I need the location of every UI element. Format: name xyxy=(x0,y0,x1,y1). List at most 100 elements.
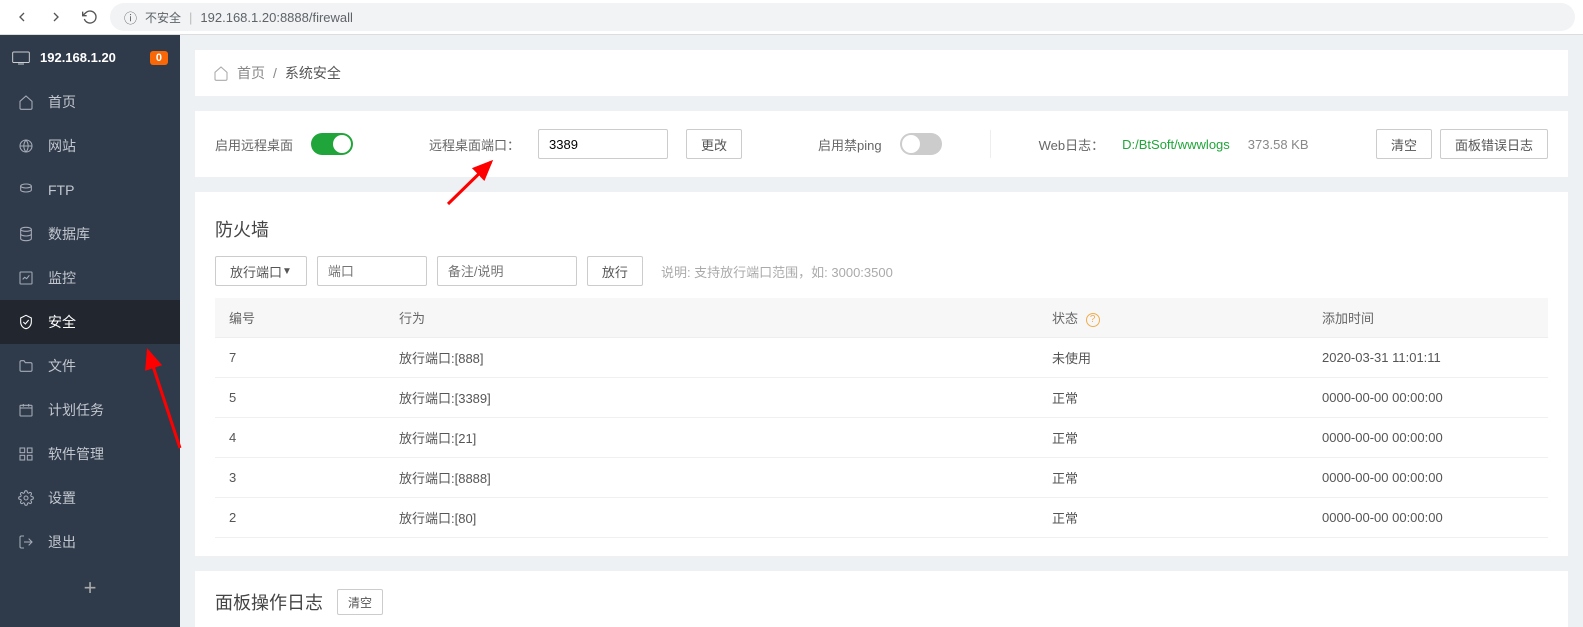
cell-action: 放行端口:[21] xyxy=(385,418,1038,458)
col-status-text: 状态 xyxy=(1052,311,1078,326)
server-ip: 192.168.1.20 xyxy=(40,50,116,65)
table-row: 7放行端口:[888]未使用2020-03-31 11:01:11 xyxy=(215,338,1548,378)
sidebar-item-cron[interactable]: 计划任务 xyxy=(0,388,180,432)
sidebar-item-security[interactable]: 安全 xyxy=(0,300,180,344)
shield-icon xyxy=(18,314,34,330)
insecure-label: 不安全 xyxy=(145,9,181,26)
home-icon xyxy=(213,65,229,81)
forward-button[interactable] xyxy=(42,3,70,31)
action-type-select[interactable]: 放行端口 ▼ xyxy=(215,256,307,286)
cell-time: 0000-00-00 00:00:00 xyxy=(1308,418,1548,458)
cell-status: 正常 xyxy=(1038,458,1308,498)
notification-badge[interactable]: 0 xyxy=(150,51,168,65)
sidebar-item-files[interactable]: 文件 xyxy=(0,344,180,388)
help-icon[interactable]: ? xyxy=(1086,313,1100,327)
chevron-down-icon: ▼ xyxy=(282,266,292,277)
monitor-icon xyxy=(12,51,30,65)
url-text: 192.168.1.20:8888/firewall xyxy=(200,10,353,25)
cell-time: 0000-00-00 00:00:00 xyxy=(1308,458,1548,498)
sidebar-item-label: 计划任务 xyxy=(48,400,104,420)
apps-icon xyxy=(18,446,34,462)
cell-action: 放行端口:[3389] xyxy=(385,378,1038,418)
enable-rdp-toggle[interactable] xyxy=(311,133,353,155)
weblog-label: Web日志： xyxy=(1039,135,1105,154)
ftp-icon xyxy=(18,182,34,198)
col-time: 添加时间 xyxy=(1308,298,1548,338)
table-row: 2放行端口:[80]正常0000-00-00 00:00:00 xyxy=(215,498,1548,538)
sidebar-add-button[interactable]: + xyxy=(0,568,180,608)
sidebar-item-label: 软件管理 xyxy=(48,444,104,464)
sidebar-item-software[interactable]: 软件管理 xyxy=(0,432,180,476)
rdp-port-label: 远程桌面端口： xyxy=(429,135,520,154)
chart-icon xyxy=(18,270,34,286)
clear-log-button[interactable]: 清空 xyxy=(1376,129,1432,159)
select-label: 放行端口 xyxy=(230,262,282,281)
port-input[interactable] xyxy=(317,256,427,286)
cell-action: 放行端口:[888] xyxy=(385,338,1038,378)
back-button[interactable] xyxy=(8,3,36,31)
sidebar-item-label: 文件 xyxy=(48,356,76,376)
sidebar-item-label: 安全 xyxy=(48,312,76,332)
sidebar-item-ftp[interactable]: FTP xyxy=(0,168,180,212)
sidebar-item-label: 设置 xyxy=(48,488,76,508)
breadcrumb-current: 系统安全 xyxy=(285,63,341,83)
sidebar-item-home[interactable]: 首页 xyxy=(0,80,180,124)
folder-icon xyxy=(18,358,34,374)
sidebar-item-website[interactable]: 网站 xyxy=(0,124,180,168)
cell-action: 放行端口:[80] xyxy=(385,498,1038,538)
weblog-path-link[interactable]: D:/BtSoft/wwwlogs xyxy=(1122,137,1230,152)
change-port-button[interactable]: 更改 xyxy=(686,129,742,159)
enable-rdp-label: 启用远程桌面 xyxy=(215,135,293,154)
exit-icon xyxy=(18,534,34,550)
main-area: 首页 / 系统安全 启用远程桌面 远程桌面端口： 更改 启用禁ping Web日… xyxy=(180,35,1583,627)
table-row: 4放行端口:[21]正常0000-00-00 00:00:00 xyxy=(215,418,1548,458)
col-action: 行为 xyxy=(385,298,1038,338)
firewall-panel: 防火墙 放行端口 ▼ 放行 说明: 支持放行端口范围，如: 3000:3500 … xyxy=(195,192,1568,556)
sidebar-item-settings[interactable]: 设置 xyxy=(0,476,180,520)
top-panel: 启用远程桌面 远程桌面端口： 更改 启用禁ping Web日志： D:/BtSo… xyxy=(195,111,1568,177)
enable-noping-label: 启用禁ping xyxy=(818,135,882,154)
sidebar-item-label: 监控 xyxy=(48,268,76,288)
address-bar[interactable]: ⓘ 不安全 | 192.168.1.20:8888/firewall xyxy=(110,3,1575,31)
sidebar-header: 192.168.1.20 0 xyxy=(0,35,180,80)
cell-status: 未使用 xyxy=(1038,338,1308,378)
sidebar-item-database[interactable]: 数据库 xyxy=(0,212,180,256)
sidebar-item-monitor[interactable]: 监控 xyxy=(0,256,180,300)
breadcrumb-home[interactable]: 首页 xyxy=(237,63,265,83)
breadcrumb-sep: / xyxy=(273,65,277,81)
home-icon xyxy=(18,94,34,110)
note-input[interactable] xyxy=(437,256,577,286)
firewall-title: 防火墙 xyxy=(215,216,1548,242)
sidebar-item-label: 首页 xyxy=(48,92,76,112)
sidebar-item-label: FTP xyxy=(48,182,74,198)
panel-error-log-button[interactable]: 面板错误日志 xyxy=(1440,129,1548,159)
cell-no: 7 xyxy=(215,338,385,378)
firewall-table: 编号 行为 状态 ? 添加时间 7放行端口:[888]未使用2020-03-31… xyxy=(215,298,1548,538)
cell-status: 正常 xyxy=(1038,418,1308,458)
breadcrumb: 首页 / 系统安全 xyxy=(195,50,1568,96)
sidebar-item-label: 网站 xyxy=(48,136,76,156)
cell-no: 2 xyxy=(215,498,385,538)
reload-button[interactable] xyxy=(76,3,104,31)
cell-no: 5 xyxy=(215,378,385,418)
info-icon: ⓘ xyxy=(124,8,137,27)
cell-time: 2020-03-31 11:01:11 xyxy=(1308,338,1548,378)
sidebar-item-logout[interactable]: 退出 xyxy=(0,520,180,564)
browser-toolbar: ⓘ 不安全 | 192.168.1.20:8888/firewall xyxy=(0,0,1583,35)
cell-action: 放行端口:[8888] xyxy=(385,458,1038,498)
col-no: 编号 xyxy=(215,298,385,338)
enable-noping-toggle[interactable] xyxy=(900,133,942,155)
cell-status: 正常 xyxy=(1038,378,1308,418)
oplog-title: 面板操作日志 xyxy=(215,589,323,615)
cell-status: 正常 xyxy=(1038,498,1308,538)
globe-icon xyxy=(18,138,34,154)
rdp-port-input[interactable] xyxy=(538,129,668,159)
cell-no: 3 xyxy=(215,458,385,498)
cell-no: 4 xyxy=(215,418,385,458)
port-hint: 说明: 支持放行端口范围，如: 3000:3500 xyxy=(661,262,893,281)
calendar-icon xyxy=(18,402,34,418)
oplog-clear-button[interactable]: 清空 xyxy=(337,589,383,615)
add-rule-button[interactable]: 放行 xyxy=(587,256,643,286)
database-icon xyxy=(18,226,34,242)
sidebar-item-label: 退出 xyxy=(48,532,76,552)
